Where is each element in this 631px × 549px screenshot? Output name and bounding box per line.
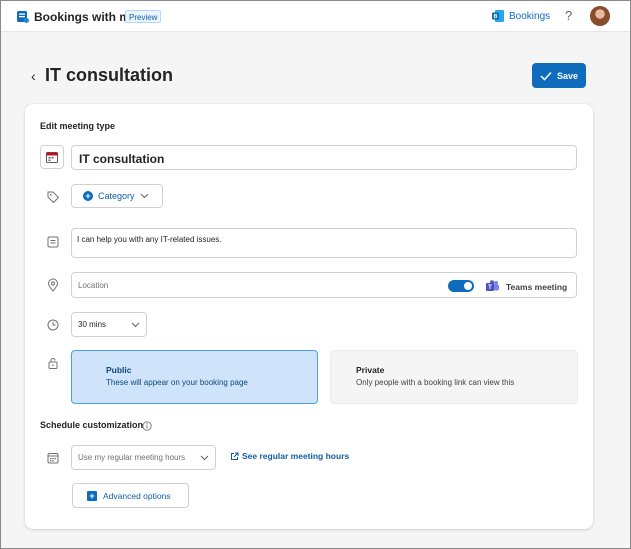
- svg-text:B: B: [494, 14, 498, 20]
- visibility-option-public[interactable]: Public These will appear on your booking…: [71, 350, 318, 404]
- calendar-icon-button[interactable]: [40, 145, 64, 169]
- save-button[interactable]: Save: [532, 63, 586, 88]
- bookings-app-icon: [17, 11, 29, 23]
- back-icon[interactable]: ‹: [31, 68, 36, 84]
- category-dropdown[interactable]: + Category: [71, 184, 163, 208]
- description-icon: [47, 236, 59, 248]
- chevron-down-icon: [131, 322, 140, 328]
- see-regular-hours-label: See regular meeting hours: [242, 451, 350, 461]
- section-heading: Edit meeting type: [40, 121, 116, 131]
- location-placeholder: Location: [78, 281, 109, 290]
- title-input[interactable]: IT consultation: [71, 145, 577, 170]
- visibility-title: Private: [356, 365, 385, 375]
- open-external-icon: [231, 452, 239, 460]
- preview-badge: Preview: [125, 10, 162, 23]
- meeting-hours-select[interactable]: Use my regular meeting hours: [71, 445, 216, 470]
- clock-icon: [47, 319, 59, 331]
- advanced-options-button[interactable]: + Advanced options: [72, 483, 189, 508]
- chevron-down-icon: [140, 193, 148, 199]
- bookings-icon: B: [492, 10, 504, 22]
- duration-select[interactable]: 30 mins: [71, 312, 147, 337]
- visibility-title: Public: [106, 365, 132, 375]
- online-meeting-toggle[interactable]: [448, 280, 474, 292]
- bookings-link[interactable]: B Bookings: [492, 10, 550, 22]
- visibility-subtitle: Only people with a booking link can view…: [356, 378, 515, 387]
- schedule-heading: Schedule customization: [40, 420, 144, 430]
- bookings-link-label: Bookings: [509, 10, 551, 22]
- calendar-icon: [46, 151, 58, 163]
- meeting-type-card: Edit meeting type IT consultation + Cate…: [25, 104, 593, 529]
- meeting-hours-value: Use my regular meeting hours: [78, 453, 186, 462]
- category-label: Category: [98, 191, 135, 201]
- top-bar: Bookings with me Preview B Bookings ?: [1, 1, 630, 32]
- app-title: Bookings with me: [34, 10, 137, 24]
- lock-icon: [48, 358, 58, 369]
- add-square-icon: +: [87, 490, 97, 501]
- visibility-option-private[interactable]: Private Only people with a booking link …: [330, 350, 578, 404]
- location-input[interactable]: Location T Teams meeting: [71, 272, 577, 298]
- teams-icon: T: [486, 280, 499, 291]
- help-icon[interactable]: ?: [565, 8, 572, 23]
- calendar-hours-icon: [47, 453, 59, 464]
- location-icon: [47, 278, 59, 292]
- tag-icon: [47, 191, 60, 204]
- see-regular-hours-link[interactable]: See regular meeting hours: [230, 451, 349, 461]
- visibility-subtitle: These will appear on your booking page: [106, 378, 248, 387]
- chevron-down-icon: [200, 455, 209, 461]
- teams-meeting-label: Teams meeting: [506, 282, 568, 292]
- advanced-options-label: Advanced options: [103, 490, 171, 501]
- description-input[interactable]: I can help you with any IT-related issue…: [71, 228, 577, 258]
- save-button-label: Save: [556, 70, 579, 81]
- info-icon[interactable]: [142, 421, 152, 431]
- page-title: IT consultation: [45, 65, 173, 85]
- checkmark-icon: [540, 71, 552, 81]
- add-circle-icon: +: [83, 191, 93, 201]
- avatar[interactable]: [590, 6, 610, 26]
- duration-value: 30 mins: [78, 320, 107, 329]
- svg-text:T: T: [488, 285, 492, 291]
